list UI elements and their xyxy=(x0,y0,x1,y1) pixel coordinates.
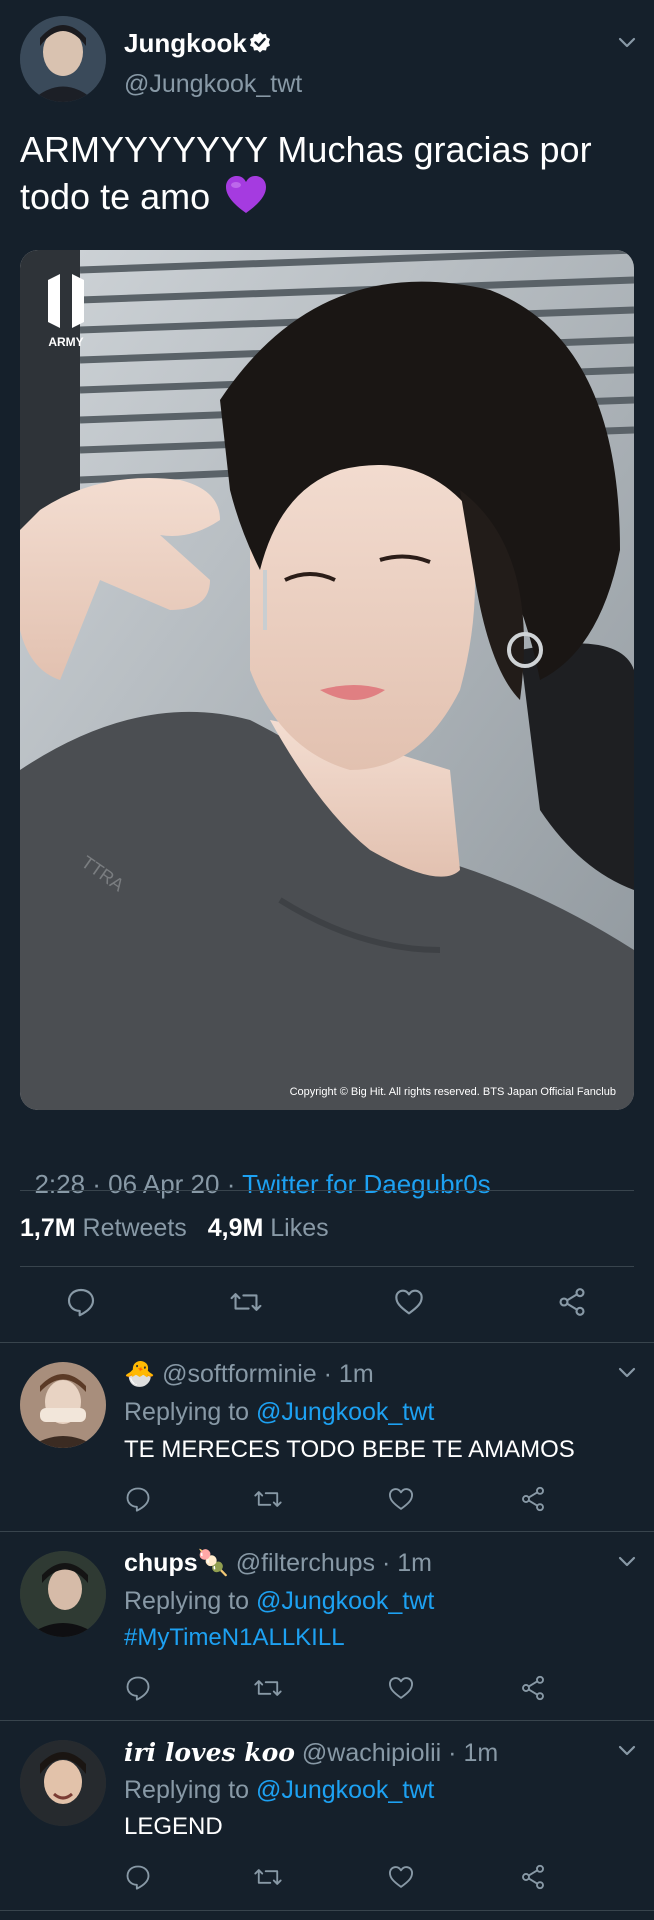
tweet-source-link[interactable]: Twitter for Daegubr0s xyxy=(242,1169,491,1199)
reply-icon[interactable] xyxy=(65,1286,97,1318)
replying-to-line: Replying to @Jungkook_twt xyxy=(124,1776,434,1805)
dango-emoji: 🍡 xyxy=(197,1549,229,1577)
replying-to-prefix: Replying to xyxy=(124,1776,250,1804)
reply-avatar[interactable] xyxy=(20,1362,106,1448)
like-icon[interactable] xyxy=(393,1286,425,1318)
like-icon[interactable] xyxy=(387,1863,415,1891)
reply-header: iri loves koo @wachipiolii · 1m xyxy=(124,1738,498,1768)
reply-time: · 1m xyxy=(323,1360,374,1388)
tweet-stats: 1,7M Retweets 4,9M Likes xyxy=(20,1214,329,1243)
retweets-label: Retweets xyxy=(82,1214,187,1242)
army-logo-text: ARMY xyxy=(48,335,83,349)
like-icon[interactable] xyxy=(387,1485,415,1513)
divider xyxy=(20,1266,634,1267)
reply-display-name[interactable]: chups xyxy=(124,1549,198,1577)
retweet-icon[interactable] xyxy=(253,1485,283,1513)
reply-header: chups🍡 @filterchups · 1m xyxy=(124,1549,432,1578)
replying-to-line: Replying to @Jungkook_twt xyxy=(124,1587,434,1616)
retweet-icon[interactable] xyxy=(253,1863,283,1891)
reply-text: TE MERECES TODO BEBE TE AMAMOS xyxy=(124,1436,575,1463)
reply-time: · 1m xyxy=(448,1739,499,1767)
reply-hashtag[interactable]: #MyTimeN1ALLKILL xyxy=(124,1624,345,1652)
reply-text: LEGEND xyxy=(124,1813,223,1840)
divider xyxy=(0,1342,654,1343)
reply-icon[interactable] xyxy=(124,1674,152,1702)
chevron-down-icon[interactable] xyxy=(614,1360,640,1386)
reply-time: · 1m xyxy=(382,1549,432,1577)
reply-display-name[interactable]: iri loves koo xyxy=(124,1738,295,1767)
divider xyxy=(20,1190,634,1191)
share-icon[interactable] xyxy=(519,1674,547,1702)
tweet-photo[interactable]: ARMY TTRA Copyright © Big Hit. All right… xyxy=(20,250,634,1110)
likes-count: 4,9M xyxy=(207,1214,264,1242)
tweet-text: ARMYYYYYYY Muchas gracias por todo te am… xyxy=(20,126,640,226)
divider xyxy=(0,1531,654,1532)
tweet-timestamp[interactable]: 2:28 · 06 Apr 20 · xyxy=(34,1169,242,1199)
retweets-stat[interactable]: 1,7M Retweets xyxy=(20,1214,194,1242)
replying-to-handle[interactable]: @Jungkook_twt xyxy=(256,1587,434,1615)
like-icon[interactable] xyxy=(387,1674,415,1702)
replying-to-line: Replying to @Jungkook_twt xyxy=(124,1398,434,1427)
reply-handle[interactable]: @filterchups xyxy=(236,1549,375,1577)
likes-stat[interactable]: 4,9M Likes xyxy=(208,1214,329,1242)
share-icon[interactable] xyxy=(519,1485,547,1513)
retweet-icon[interactable] xyxy=(229,1286,263,1318)
reply-avatar[interactable] xyxy=(20,1551,106,1637)
reply-icon[interactable] xyxy=(124,1485,152,1513)
chevron-down-icon[interactable] xyxy=(614,1738,640,1764)
chick-emoji: 🐣 xyxy=(124,1360,156,1388)
replying-to-prefix: Replying to xyxy=(124,1587,250,1615)
retweet-icon[interactable] xyxy=(253,1674,283,1702)
divider xyxy=(0,1910,654,1911)
avatar-image xyxy=(20,16,106,102)
likes-label: Likes xyxy=(270,1214,329,1242)
purple-heart-emoji xyxy=(224,175,268,226)
replying-to-handle[interactable]: @Jungkook_twt xyxy=(256,1398,434,1426)
reply-icon[interactable] xyxy=(124,1863,152,1891)
share-icon[interactable] xyxy=(556,1286,588,1318)
reply-avatar[interactable] xyxy=(20,1740,106,1826)
reply-handle[interactable]: @softforminie xyxy=(162,1360,317,1388)
reply-header: 🐣 @softforminie · 1m xyxy=(124,1360,374,1389)
author-avatar[interactable] xyxy=(20,16,106,102)
chevron-down-icon[interactable] xyxy=(614,30,640,56)
retweets-count: 1,7M xyxy=(20,1214,76,1242)
verified-badge-icon xyxy=(248,31,272,60)
replying-to-prefix: Replying to xyxy=(124,1398,250,1426)
author-handle[interactable]: @Jungkook_twt xyxy=(124,70,302,99)
divider xyxy=(0,1720,654,1721)
photo-image: ARMY TTRA Copyright © Big Hit. All right… xyxy=(20,250,634,1110)
tweet-text-body: ARMYYYYYYY Muchas gracias por todo te am… xyxy=(20,129,592,217)
share-icon[interactable] xyxy=(519,1863,547,1891)
photo-copyright: Copyright © Big Hit. All rights reserved… xyxy=(290,1086,616,1098)
author-name[interactable]: Jungkook xyxy=(124,28,247,59)
reply-handle[interactable]: @wachipiolii xyxy=(302,1739,441,1767)
chevron-down-icon[interactable] xyxy=(614,1549,640,1575)
replying-to-handle[interactable]: @Jungkook_twt xyxy=(256,1776,434,1804)
